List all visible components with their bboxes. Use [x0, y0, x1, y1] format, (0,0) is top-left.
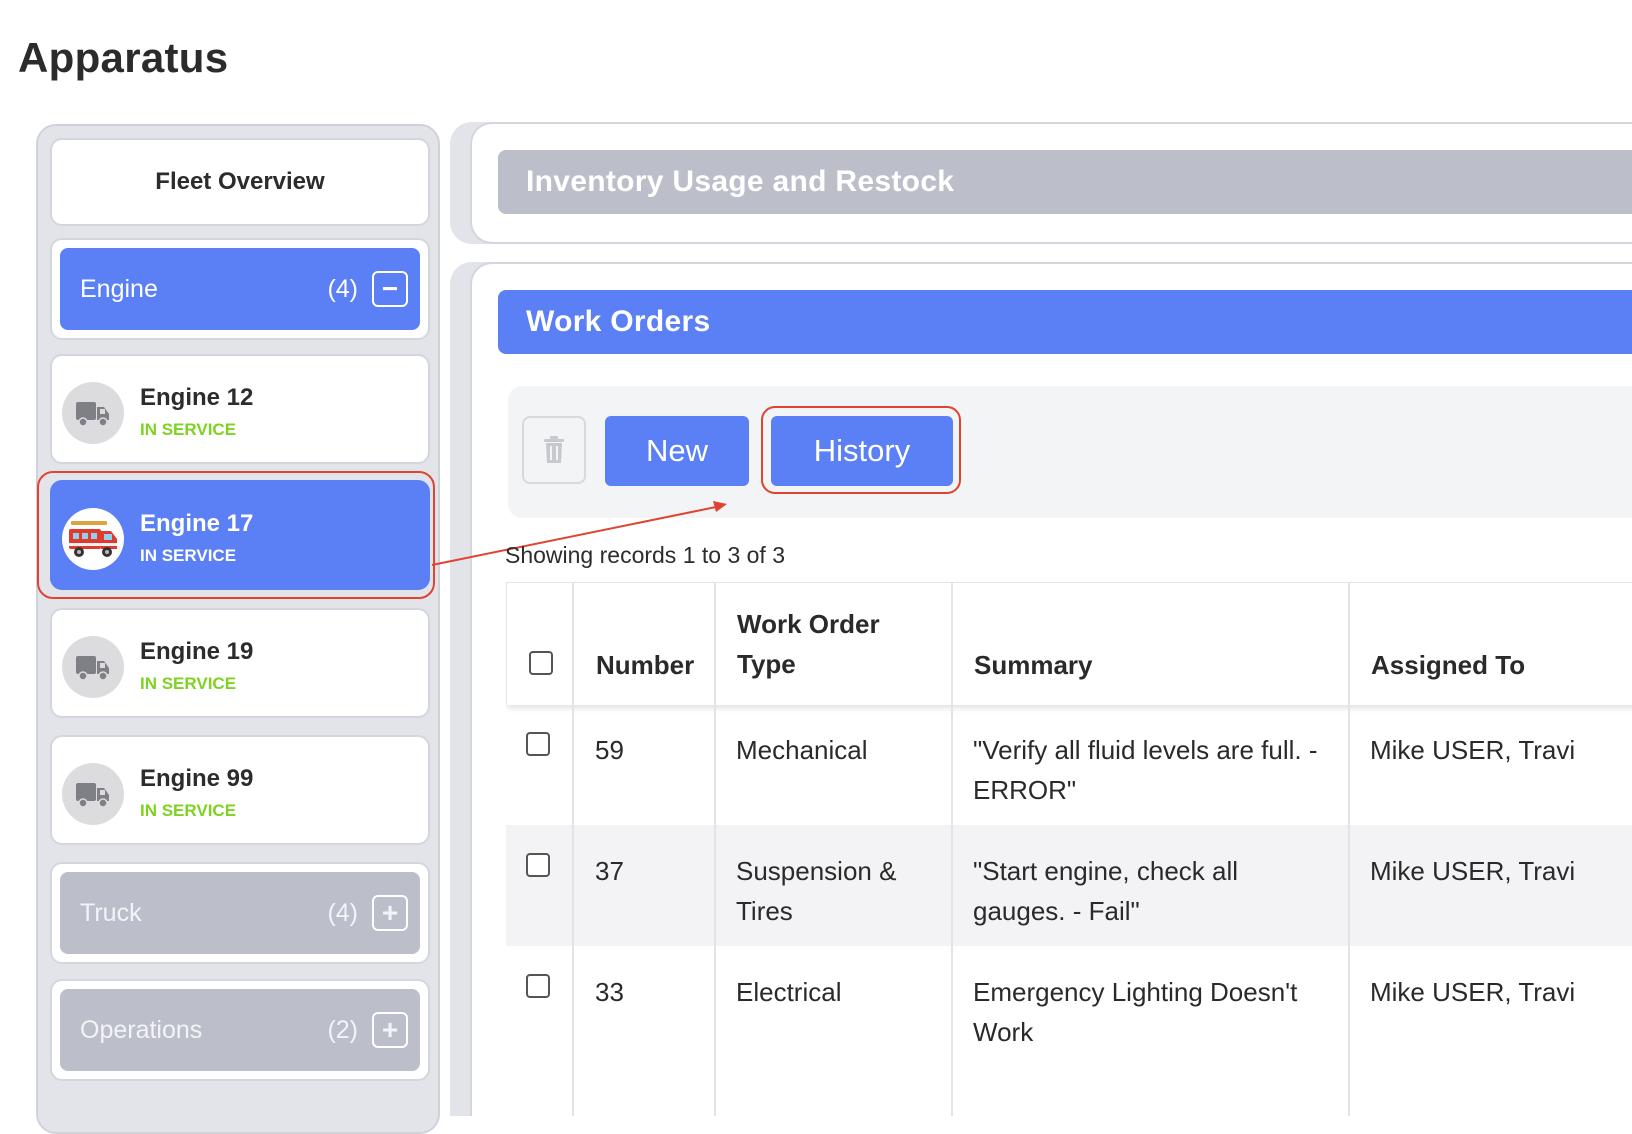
column-assigned-to[interactable]: Assigned To: [1371, 645, 1525, 685]
cell-summary: "Start engine, check all gauges. - Fail": [973, 856, 1239, 926]
cell-assigned: Mike USER, Travi: [1370, 977, 1576, 1007]
cell-summary: "Verify all fluid levels are full. - ERR…: [973, 735, 1318, 805]
table-row[interactable]: 33 Electrical Emergency Lighting Doesn't…: [506, 946, 1632, 1067]
column-divider: [572, 582, 574, 1116]
column-divider: [951, 582, 953, 1116]
column-divider: [1348, 582, 1350, 1116]
records-count: Showing records 1 to 3 of 3: [505, 542, 785, 568]
cell-number: 37: [595, 856, 624, 886]
cell-number: 59: [595, 735, 624, 765]
column-number[interactable]: Number: [596, 645, 694, 685]
cell-assigned: Mike USER, Travi: [1370, 735, 1576, 765]
row-checkbox[interactable]: [526, 853, 550, 877]
cell-summary: Emergency Lighting Doesn't Work: [973, 977, 1298, 1047]
column-summary[interactable]: Summary: [974, 645, 1093, 685]
row-checkbox[interactable]: [526, 732, 550, 756]
row-checkbox[interactable]: [526, 974, 550, 998]
table-row[interactable]: 37 Suspension & Tires "Start engine, che…: [506, 825, 1632, 946]
table-row[interactable]: 59 Mechanical "Verify all fluid levels a…: [506, 704, 1632, 825]
cell-type: Electrical: [736, 977, 842, 1007]
column-work-order-type[interactable]: Work Order Type: [737, 604, 880, 684]
column-divider: [714, 582, 716, 1116]
work-orders-table: Number Work Order Type Summary Assigned …: [506, 582, 1632, 1116]
cell-type: Suspension & Tires: [736, 856, 897, 926]
cell-assigned: Mike USER, Travi: [1370, 856, 1576, 886]
table-header: Number Work Order Type Summary Assigned …: [506, 582, 1632, 705]
cell-type: Mechanical: [736, 735, 868, 765]
cell-number: 33: [595, 977, 624, 1007]
select-all-checkbox[interactable]: [529, 651, 553, 675]
